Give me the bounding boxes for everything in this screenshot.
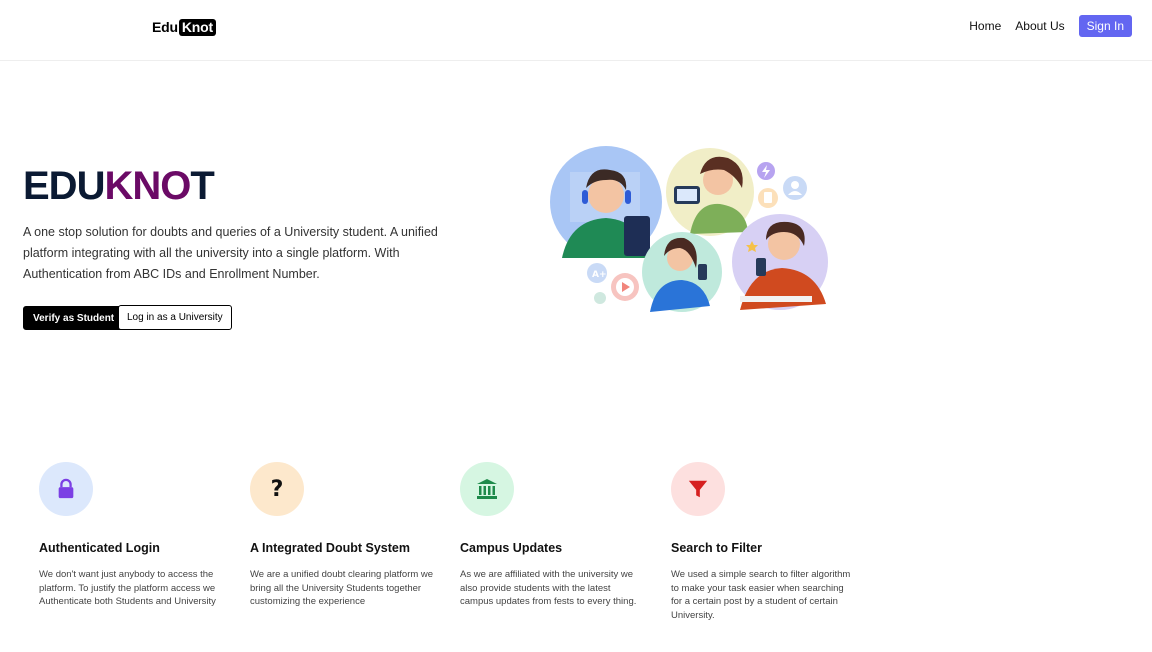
student-headphones-figure bbox=[550, 146, 662, 258]
dot-decoration bbox=[594, 292, 606, 304]
feature-title: Campus Updates bbox=[460, 541, 563, 555]
sign-in-button[interactable]: Sign In bbox=[1078, 15, 1132, 37]
svg-text:A+: A+ bbox=[592, 270, 607, 280]
student-phone-figure bbox=[642, 232, 722, 312]
student-tablet-figure bbox=[666, 148, 754, 236]
students-illustration: A+ bbox=[550, 146, 828, 312]
top-navbar: Edu Knot Home About Us Sign In bbox=[0, 0, 1152, 61]
hero-title: EDUKNOT bbox=[23, 164, 215, 209]
question-icon: ? bbox=[250, 462, 304, 516]
feature-title: Search to Filter bbox=[671, 541, 762, 555]
student-thinking-figure bbox=[732, 214, 828, 310]
feature-campus-updates: Campus Updates As we are affiliated with… bbox=[460, 462, 645, 609]
verify-student-button[interactable]: Verify as Student bbox=[23, 306, 125, 330]
logo-text-edu: Edu bbox=[152, 19, 178, 35]
feature-description: As we are affiliated with the university… bbox=[460, 569, 637, 607]
university-login-button[interactable]: Log in as a University bbox=[118, 305, 232, 330]
nav-about-link[interactable]: About Us bbox=[1015, 19, 1064, 33]
lock-icon bbox=[39, 462, 93, 516]
feature-description: We used a simple search to filter algori… bbox=[671, 569, 851, 621]
feature-authenticated-login: Authenticated Login We don't want just a… bbox=[39, 462, 224, 609]
bank-icon bbox=[460, 462, 514, 516]
feature-search-filter: Search to Filter We used a simple search… bbox=[671, 462, 856, 622]
hero-title-t: T bbox=[190, 164, 214, 208]
nav-links: Home About Us Sign In bbox=[969, 15, 1132, 37]
feature-title: A Integrated Doubt System bbox=[250, 541, 410, 555]
nav-home-link[interactable]: Home bbox=[969, 19, 1001, 33]
hero-description: A one stop solution for doubts and queri… bbox=[23, 225, 438, 281]
edu-knot-logo[interactable]: Edu Knot bbox=[152, 18, 216, 36]
feature-description: We don't want just anybody to access the… bbox=[39, 569, 216, 607]
feature-title: Authenticated Login bbox=[39, 541, 160, 555]
hero-title-kno: KNO bbox=[104, 164, 191, 208]
feature-doubt-system: ? A Integrated Doubt System We are a uni… bbox=[250, 462, 435, 609]
filter-icon bbox=[671, 462, 725, 516]
logo-text-knot: Knot bbox=[178, 18, 216, 36]
feature-description: We are a unified doubt clearing platform… bbox=[250, 569, 434, 607]
hero-title-edu: EDU bbox=[23, 164, 105, 208]
